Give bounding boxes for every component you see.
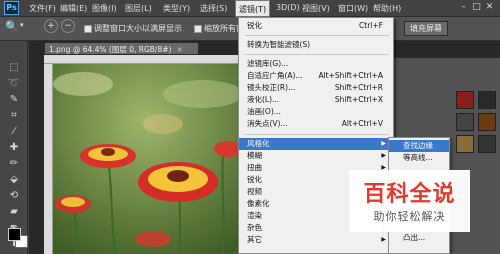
menu-item-label: 液化(L)... <box>247 95 280 104</box>
menu-item-vanishing-point[interactable]: 消失点(V)... Alt+Ctrl+V <box>239 118 393 130</box>
menu-filter[interactable]: 滤镜(T) <box>235 0 271 17</box>
menu-separator <box>245 35 389 36</box>
menu-item-oil-paint[interactable]: 油画(O)... <box>239 106 393 118</box>
menu-type[interactable]: 类型(Y) <box>163 3 190 14</box>
menu-item-shortcut: Shift+Ctrl+R <box>334 83 383 92</box>
submenu-item-find-edges[interactable]: 查找边缘 <box>389 140 449 152</box>
submenu-arrow-icon: ▶ <box>381 236 386 243</box>
eyedropper-tool-icon[interactable]: ⁄ <box>4 125 24 139</box>
menu-layer[interactable]: 图层(L) <box>125 3 152 14</box>
flower-photo <box>53 64 239 254</box>
menu-item-label: 消失点(V)... <box>247 119 288 128</box>
menu-item-label: 转换为智能滤镜(S) <box>247 40 311 49</box>
menu-bar: Ps 文件(F) 编辑(E) 图像(I) 图层(L) 类型(Y) 选择(S) 滤… <box>0 0 500 17</box>
menu-item-filter-gallery[interactable]: 滤镜库(G)... <box>239 58 393 70</box>
document-tab-title: 1.png @ 64.4% (图层 0, RGB/8#) <box>49 45 172 54</box>
menu-item-convert-smart-filter[interactable]: 转换为智能滤镜(S) <box>239 39 393 51</box>
zoom-tool-icon[interactable]: 🔍 <box>5 20 19 33</box>
tool-preset-dropdown-icon[interactable]: ▾ <box>20 21 24 29</box>
menu-item-label: 视频 <box>247 187 262 196</box>
maximize-button[interactable]: □ <box>470 2 483 12</box>
menu-item-shortcut: Alt+Ctrl+V <box>341 119 383 128</box>
photoshop-logo: Ps <box>4 1 19 15</box>
menu-item-label: 渲染 <box>247 211 262 220</box>
brush-tool-icon[interactable]: ✏ <box>4 157 24 171</box>
minimize-button[interactable]: – <box>457 2 470 12</box>
tools-panel: ⬚ ➰ ✎ ⌗ ⁄ ✚ ✏ ⬙ ⟲ ▰ ✒ T <box>0 41 28 254</box>
menu-separator <box>245 54 389 55</box>
document-tab-close-icon[interactable]: × <box>176 45 182 54</box>
menu-separator <box>245 134 389 135</box>
zoom-in-icon[interactable]: + <box>44 19 58 33</box>
vertical-ruler <box>44 64 53 254</box>
menu-item-lens-correction[interactable]: 镜头校正(R)... Shift+Ctrl+R <box>239 82 393 94</box>
history-brush-icon[interactable]: ⟲ <box>4 189 24 203</box>
marquee-tool-icon[interactable]: ⬚ <box>4 61 24 75</box>
menu-window[interactable]: 窗口(W) <box>338 3 368 14</box>
menu-item-shortcut: Alt+Shift+Ctrl+A <box>318 71 383 80</box>
healing-brush-icon[interactable]: ✚ <box>4 141 24 155</box>
stamp-tool-icon[interactable]: ⬙ <box>4 173 24 187</box>
fill-screen-button[interactable]: 填充屏幕 <box>404 21 448 36</box>
menu-item-stylize[interactable]: 风格化 ▶ <box>239 138 393 150</box>
menu-item-label: 自适应广角(A)... <box>247 71 303 80</box>
watermark-title: 百科全说 <box>363 182 456 207</box>
menu-image[interactable]: 图像(I) <box>92 3 117 14</box>
menu-item-label: 风格化 <box>247 139 270 148</box>
menu-item-label: 滤镜库(G)... <box>247 59 289 68</box>
style-swatch[interactable] <box>478 113 496 131</box>
menu-item-label: 像素化 <box>247 199 270 208</box>
zoom-all-checkbox[interactable] <box>194 24 202 33</box>
style-swatch[interactable] <box>456 91 474 109</box>
menu-item-shortcut: Shift+Ctrl+X <box>334 95 383 104</box>
zoom-out-icon[interactable]: − <box>61 19 75 33</box>
document-tab[interactable]: 1.png @ 64.4% (图层 0, RGB/8#) × <box>44 42 199 55</box>
menu-item-label: 其它 <box>247 235 262 244</box>
lasso-tool-icon[interactable]: ➰ <box>4 77 24 91</box>
eraser-tool-icon[interactable]: ▰ <box>4 205 24 219</box>
submenu-arrow-icon: ▶ <box>381 152 386 159</box>
menu-item-adaptive-wide-angle[interactable]: 自适应广角(A)... Alt+Shift+Ctrl+A <box>239 70 393 82</box>
menu-item-label: 镜头校正(R)... <box>247 83 296 92</box>
submenu-arrow-icon: ▶ <box>381 140 386 147</box>
resize-windows-label: 调整窗口大小以满屏显示 <box>94 24 182 33</box>
foreground-color-swatch[interactable] <box>8 228 21 241</box>
menu-item-label: 模糊 <box>247 151 262 160</box>
horizontal-ruler <box>44 55 239 64</box>
style-swatch[interactable] <box>478 91 496 109</box>
document-image[interactable] <box>53 64 239 254</box>
resize-windows-checkbox[interactable] <box>84 24 92 33</box>
menu-item-label: 杂色 <box>247 223 262 232</box>
menu-item-label: 锐化 <box>247 175 262 184</box>
watermark: 百科全说 助你轻松解决 <box>349 170 470 232</box>
menu-item-label: 油画(O)... <box>247 107 281 116</box>
menu-view[interactable]: 视图(V) <box>302 3 330 14</box>
submenu-item-trace-contour[interactable]: 等高线... <box>389 152 449 164</box>
resize-windows-option[interactable]: 调整窗口大小以满屏显示 <box>84 23 182 34</box>
quick-select-tool-icon[interactable]: ✎ <box>4 93 24 107</box>
menu-item-label: 扭曲 <box>247 163 262 172</box>
menu-file[interactable]: 文件(F) <box>29 3 56 14</box>
menu-item-other[interactable]: 其它 ▶ <box>239 234 393 246</box>
crop-tool-icon[interactable]: ⌗ <box>4 109 24 123</box>
style-swatch[interactable] <box>456 113 474 131</box>
style-swatch[interactable] <box>456 135 474 153</box>
menu-help[interactable]: 帮助(H) <box>373 3 401 14</box>
close-window-button[interactable]: ✕ <box>483 2 496 12</box>
menu-3d[interactable]: 3D(D) <box>276 3 300 12</box>
style-swatch[interactable] <box>478 135 496 153</box>
menu-item-shortcut: Ctrl+F <box>359 21 383 30</box>
zoom-all-option[interactable]: 缩放所有窗 <box>194 23 244 34</box>
submenu-item-extrude[interactable]: 凸出... <box>389 232 449 244</box>
window-controls: – □ ✕ <box>457 2 496 12</box>
menu-select[interactable]: 选择(S) <box>200 3 227 14</box>
menu-item-label: 锐化 <box>247 21 262 30</box>
menu-item-liquify[interactable]: 液化(L)... Shift+Ctrl+X <box>239 94 393 106</box>
watermark-subtitle: 助你轻松解决 <box>373 210 446 223</box>
menu-edit[interactable]: 编辑(E) <box>60 3 87 14</box>
menu-item-blur[interactable]: 模糊 ▶ <box>239 150 393 162</box>
menu-item-last-filter[interactable]: 锐化 Ctrl+F <box>239 20 393 32</box>
